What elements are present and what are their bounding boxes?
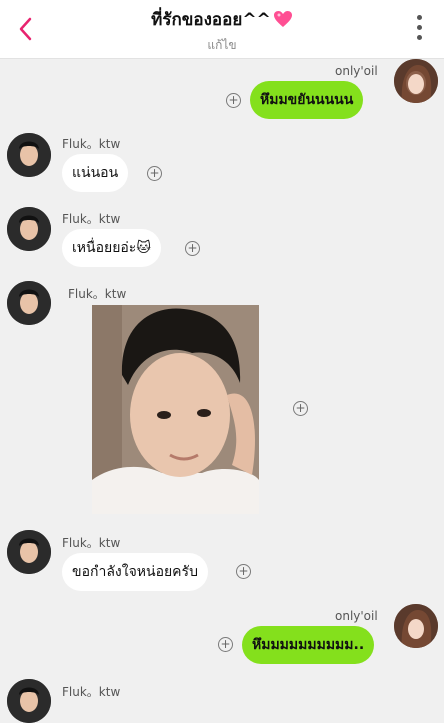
- avatar[interactable]: [7, 133, 51, 177]
- avatar[interactable]: [7, 207, 51, 251]
- chevron-left-icon: [19, 17, 32, 41]
- sender-name: only'oil: [335, 64, 378, 78]
- sender-name: Fluk。ktw: [62, 685, 121, 699]
- add-reaction-icon[interactable]: +: [236, 564, 251, 579]
- add-reaction-icon[interactable]: +: [147, 166, 162, 181]
- chat-title: ที่รักของออย^^: [60, 6, 384, 33]
- avatar-male-icon: [7, 281, 51, 325]
- avatar-male-icon: [7, 679, 51, 723]
- heart-icon: [273, 11, 292, 27]
- sender-name: Fluk。ktw: [62, 536, 121, 550]
- message-bubble-incoming[interactable]: แน่นอน: [62, 154, 129, 192]
- sender-name: Fluk。ktw: [62, 137, 121, 151]
- add-reaction-icon[interactable]: +: [226, 93, 241, 108]
- avatar[interactable]: [7, 281, 51, 325]
- avatar[interactable]: [394, 59, 438, 103]
- more-vertical-icon: [416, 15, 422, 20]
- message-bubble-outgoing[interactable]: หึมมมมมมมมมม..: [242, 626, 375, 664]
- avatar[interactable]: [7, 530, 51, 574]
- chat-title-area: ที่รักของออย^^ แก้ไข: [60, 6, 384, 55]
- message-bubble-outgoing[interactable]: หึมมขยันนนนน: [250, 81, 364, 119]
- add-reaction-icon[interactable]: +: [218, 637, 233, 652]
- add-reaction-icon[interactable]: +: [293, 401, 308, 416]
- edit-link[interactable]: แก้ไข: [60, 36, 384, 55]
- avatar-female-icon: [394, 604, 438, 648]
- avatar-male-icon: [7, 207, 51, 251]
- sender-name: Fluk。ktw: [62, 212, 121, 226]
- avatar[interactable]: [394, 604, 438, 648]
- back-button[interactable]: [14, 14, 38, 44]
- avatar-male-icon: [7, 133, 51, 177]
- message-bubble-incoming[interactable]: เหนื่อยยอ่ะ🐱: [62, 229, 161, 267]
- message-bubble-incoming[interactable]: ขอกำลังใจหน่อยครับ: [62, 553, 208, 591]
- sender-name: only'oil: [335, 609, 378, 623]
- image-message[interactable]: [92, 305, 259, 514]
- add-reaction-icon[interactable]: +: [185, 241, 200, 256]
- chat-header: ที่รักของออย^^ แก้ไข: [0, 0, 444, 59]
- avatar[interactable]: [7, 679, 51, 723]
- more-options-button[interactable]: [416, 15, 422, 43]
- selfie-photo-icon: [92, 305, 259, 514]
- avatar-female-icon: [394, 59, 438, 103]
- cat-emoji-icon: 🐱: [136, 240, 151, 256]
- sender-name: Fluk。ktw: [68, 287, 127, 301]
- avatar-male-icon: [7, 530, 51, 574]
